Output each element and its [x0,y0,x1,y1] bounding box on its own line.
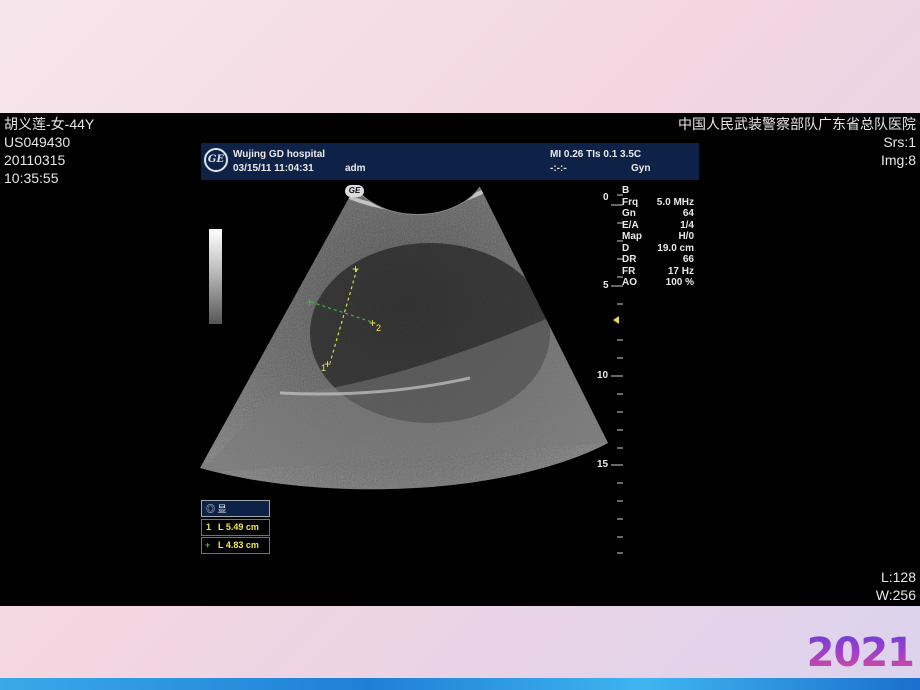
depth-label-5: 5 [603,280,609,291]
ge-orientation-icon: GE [345,185,364,197]
param-row: AO 100 % [622,277,694,288]
param-row: Map H/0 [622,231,694,242]
param-row: E/A 1/4 [622,219,694,231]
measurement-row[interactable]: + L 4.83 cm [201,537,270,554]
svg-text:+: + [352,262,359,276]
slide-bottom-stripe [0,678,920,690]
depth-label-0: 0 [603,192,609,203]
grayscale-bar [209,229,222,324]
param-row: Gn 64 [622,208,694,219]
param-row: Frq 5.0 MHz [622,196,694,208]
depth-label-15: 15 [597,459,609,470]
svg-text:+: + [369,316,376,330]
slide-year: 2021 [806,630,915,676]
caliper-label-2: 2 [376,323,381,333]
param-row: FR 17 Hz [622,265,694,277]
measurement-panel: ◎ 显 1 L 5.49 cm + L 4.83 cm [201,500,270,554]
measurement-header: ◎ 显 [201,500,270,517]
slide-top-band [0,0,920,113]
caliper-label-1: 1 [321,363,326,373]
param-row: D 19.0 cm [622,242,694,254]
param-row: B [622,185,630,196]
ultrasound-viewer: 胡义莲-女-44Y US049430 20110315 10:35:55 中国人… [0,113,920,606]
depth-label-10: 10 [597,370,609,381]
focus-marker-icon [613,316,619,324]
ultrasound-image: + + + + 1 2 [200,186,623,554]
param-row: DR 66 [622,254,694,265]
scan-parameters: B Frq 5.0 MHz Gn 64 E/A 1/4 Map H/0 D 19.0 cm… [622,185,694,289]
svg-text:+: + [306,295,313,309]
measurement-row[interactable]: 1 L 5.49 cm [201,519,270,536]
